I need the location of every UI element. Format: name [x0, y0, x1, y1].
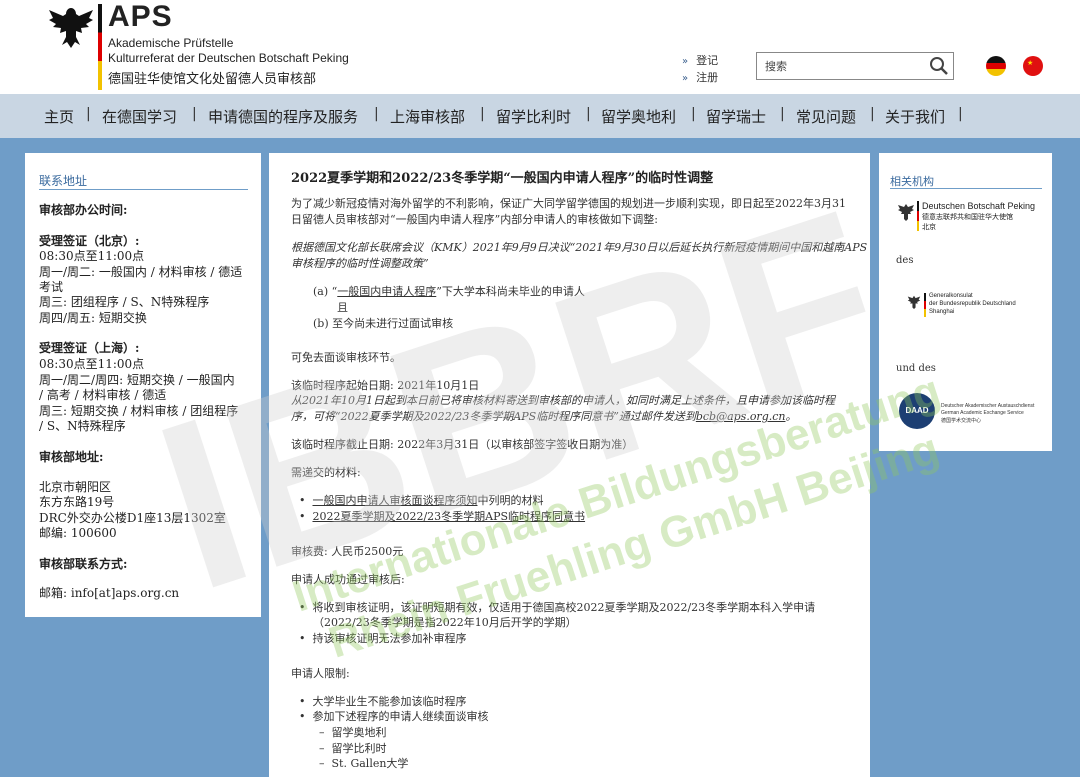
daad-logo[interactable]: DAAD Deutscher Akademischer Austauschdie… [899, 393, 1044, 431]
condition-b: (b) 至今尚未进行过面试审核 [313, 317, 454, 330]
search-placeholder: 搜索 [765, 60, 787, 73]
paragraph-italic: 根据德国文化部长联席会议（KMK）2021年9月9日决议“2021年9月30日以… [291, 241, 868, 254]
nav-item-study[interactable]: 在德国学习 [102, 106, 177, 127]
register-link[interactable]: » 注册 [682, 69, 718, 85]
paragraph: 可免去面谈审核环节。 [291, 351, 401, 364]
eagle-icon [898, 204, 914, 221]
nav-separator: | [870, 106, 875, 122]
nav-item-shanghai[interactable]: 上海审核部 [390, 106, 465, 127]
list-item: • 大学毕业生不能参加该临时程序 [299, 695, 467, 708]
related-panel: 相关机构 Deutschen Botschaft Peking 德意志联邦共和国… [879, 153, 1052, 451]
beijing-schedule-1: 周一/周二: 一般国内 / 材料审核 / 德适 [39, 265, 243, 279]
svg-text:★: ★ [1027, 59, 1033, 67]
search-icon[interactable] [929, 56, 949, 76]
connector-des: des [896, 255, 914, 266]
divider [39, 189, 248, 190]
eagle-icon [907, 295, 921, 309]
connector-und-des: und des [896, 363, 936, 374]
condition-and: 且 [337, 301, 348, 314]
nav-separator: | [374, 106, 379, 122]
brand-line-cn: 德国驻华使馆文化处留德人员审核部 [108, 72, 317, 87]
flag-stripe [917, 201, 919, 231]
nav-separator: | [691, 106, 696, 122]
nav-separator: | [586, 106, 591, 122]
nav-item-home[interactable]: 主页 [44, 106, 74, 127]
nav-item-about[interactable]: 关于我们 [885, 106, 945, 127]
address-heading: 审核部地址: [39, 450, 104, 464]
sub-list-item: – 留学比利时 [319, 742, 387, 755]
email-link[interactable]: bcb@aps.org.cn [696, 410, 786, 423]
list-item-note: （2022/23冬季学期是指2022年10月后开学的学期） [313, 616, 577, 629]
consulate-logo[interactable]: Generalkonsulat der Bundesrepublik Deuts… [907, 293, 1047, 323]
eagle-icon [49, 8, 93, 48]
nav-separator: | [958, 106, 963, 122]
nav-item-procedures[interactable]: 申请德国的程序及服务 [208, 106, 358, 127]
nav-item-belgium[interactable]: 留学比利时 [496, 106, 571, 127]
shanghai-schedule-4: / S、N特殊程序 [39, 419, 126, 433]
contact-title: 联系地址 [39, 174, 88, 188]
list-item: • 将收到审核证明，该证明短期有效，仅适用于德国高校2022夏季学期及2022/… [299, 601, 816, 614]
nav-separator: | [480, 106, 485, 122]
beijing-schedule-3: 周三: 团组程序 / S、N特殊程序 [39, 295, 210, 309]
chinese-flag-icon[interactable]: ★ [1023, 56, 1043, 76]
brand-line-2: Kulturreferat der Deutschen Botschaft Pe… [108, 51, 349, 65]
paragraph: 为了减少新冠疫情对海外留学的不利影响，保证广大同学留学德国的规划进一步顺利实现，… [291, 197, 846, 210]
start-note: 从2021年10月1日起到本日前已将审核材料寄送到审核部的申请人，如同时满足上述… [291, 394, 835, 407]
after-heading: 申请人成功通过审核后: [291, 573, 405, 586]
arrow-icon: » [682, 73, 689, 84]
general-procedure-link[interactable]: 一般国内申请人程序 [337, 285, 436, 298]
nav-separator: | [192, 106, 197, 122]
flag-stripe [924, 293, 926, 317]
nav-item-switzerland[interactable]: 留学瑞士 [706, 106, 766, 127]
documents-heading: 需递交的材料: [291, 466, 361, 479]
shanghai-time: 08:30点至11:00点 [39, 357, 145, 371]
start-note: 序，可将“2022夏季学期及2022/23冬季学期APS临时程序同意书”通过邮件… [291, 410, 797, 423]
arrow-icon: » [682, 56, 689, 67]
paragraph: 日留德人员审核部对“一般国内申请人程序”内部分申请人的审核做如下调整: [291, 213, 658, 226]
postcode: 邮编: 100600 [39, 526, 117, 540]
divider [890, 188, 1042, 189]
paragraph-italic: 审核程序的临时性调整政策” [291, 257, 429, 270]
article-title: 2022夏季学期和2022/23冬季学期“一般国内申请人程序”的临时性调整 [291, 171, 714, 186]
shanghai-visa-heading: 受理签证（上海）: [39, 341, 140, 355]
condition-a: (a) “一般国内申请人程序”下大学本科尚未毕业的申请人 [313, 285, 585, 298]
consent-form-link[interactable]: 2022夏季学期及2022/23冬季学期APS临时程序同意书 [312, 510, 585, 523]
address-line: 东方东路19号 [39, 495, 115, 509]
list-item: • 一般国内申请人审核面谈程序须知中列明的材料 [299, 494, 544, 507]
site-header: APS Akademische Prüfstelle Kulturreferat… [0, 0, 1080, 94]
german-flag-icon[interactable] [986, 56, 1006, 76]
search-input[interactable]: 搜索 [756, 52, 954, 80]
beijing-time: 08:30点至11:00点 [39, 249, 145, 263]
limit-heading: 申请人限制: [291, 667, 350, 680]
shanghai-schedule-2: / 高考 / 材料审核 / 德适 [39, 388, 167, 402]
list-item: • 2022夏季学期及2022/23冬季学期APS临时程序同意书 [299, 510, 586, 523]
email-address[interactable]: 邮箱: info[at]aps.org.cn [39, 584, 179, 601]
nav-separator: | [780, 106, 785, 122]
nav-item-austria[interactable]: 留学奥地利 [601, 106, 676, 127]
office-hours-heading: 审核部办公时间: [39, 203, 128, 217]
nav-separator: | [86, 106, 91, 122]
list-item: • 持该审核证明无法参加补审程序 [299, 632, 467, 645]
login-link[interactable]: » 登记 [682, 52, 718, 68]
article-panel: 2022夏季学期和2022/23冬季学期“一般国内申请人程序”的临时性调整 为了… [269, 153, 870, 777]
fee: 审核费: 人民币2500元 [291, 545, 404, 558]
beijing-schedule-4: 周四/周五: 短期交换 [39, 311, 147, 325]
end-date: 该临时程序截止日期: 2022年3月31日（以审核部签字签收日期为准） [291, 438, 634, 451]
related-title: 相关机构 [890, 175, 934, 188]
contact-heading: 审核部联系方式: [39, 557, 128, 571]
contact-panel: 联系地址 审核部办公时间: 受理签证（北京）: 08:30点至11:00点 周一… [25, 153, 261, 617]
sub-list-item: – St. Gallen大学 [319, 757, 409, 770]
brand-title[interactable]: APS [108, 0, 173, 34]
sub-list-item: – 留学奥地利 [319, 726, 387, 739]
guide-link[interactable]: 一般国内申请人审核面谈程序须知 [312, 494, 477, 507]
main-nav: 主页 | 在德国学习 | 申请德国的程序及服务 | 上海审核部 | 留学比利时 … [0, 94, 1080, 138]
embassy-logo[interactable]: Deutschen Botschaft Peking 德意志联邦共和国驻华大使馆… [897, 201, 1047, 237]
nav-item-faq[interactable]: 常见问题 [796, 106, 856, 127]
list-item: • 参加下述程序的申请人继续面谈审核 [299, 710, 489, 723]
german-flag-stripe [98, 4, 102, 90]
start-date: 该临时程序起始日期: 2021年10月1日 [291, 379, 480, 392]
brand-line-1: Akademische Prüfstelle [108, 36, 234, 50]
